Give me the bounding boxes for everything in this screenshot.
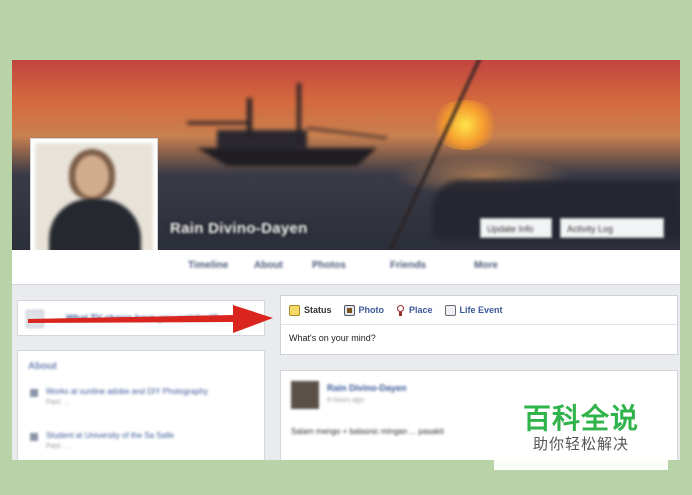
profile-picture[interactable] — [30, 138, 158, 266]
tab-more[interactable]: More — [474, 260, 498, 271]
avatar[interactable] — [291, 381, 319, 409]
tab-place[interactable]: Place — [396, 304, 433, 316]
tab-status[interactable]: Status — [289, 304, 332, 316]
composer-tabs: Status Photo Place Life Event — [281, 296, 677, 325]
post-author[interactable]: Rain Divino-Dayen — [327, 383, 407, 393]
about-item-work[interactable]: Works at sunline adobe and DIY Photograp… — [46, 387, 208, 396]
place-icon — [396, 304, 406, 316]
red-arrow-annotation — [28, 305, 273, 333]
tab-friends[interactable]: Friends — [390, 260, 426, 271]
boat-silhouette — [187, 83, 387, 166]
photo-icon — [343, 304, 355, 316]
tab-timeline[interactable]: Timeline — [188, 260, 228, 271]
profile-nav-bar: Timeline About Photos Friends More — [12, 250, 680, 285]
watermark: 百科全说 助你轻松解决 — [494, 400, 668, 470]
education-icon — [30, 433, 38, 441]
about-heading: About — [28, 361, 57, 372]
tab-photo[interactable]: Photo — [343, 304, 384, 316]
status-input[interactable]: What's on your mind? — [281, 325, 677, 351]
activity-log-button[interactable]: Activity Log — [560, 218, 664, 238]
post-text: Salam mengo + balasnic mingan ... pasaki… — [291, 427, 444, 436]
watermark-subtitle: 助你轻松解决 — [532, 436, 629, 453]
status-icon — [289, 304, 300, 316]
tab-photos[interactable]: Photos — [312, 260, 346, 271]
status-composer: Status Photo Place Life Event What's on … — [280, 295, 678, 355]
tab-life-event[interactable]: Life Event — [444, 304, 503, 316]
life-event-icon — [444, 304, 456, 316]
update-info-button[interactable]: Update Info — [480, 218, 552, 238]
watermark-title: 百科全说 — [522, 403, 639, 434]
tab-about[interactable]: About — [254, 260, 283, 271]
post-timestamp: 8 hours ago — [327, 397, 364, 404]
profile-name[interactable]: Rain Divino-Dayen — [170, 220, 308, 237]
about-card: About Works at sunline adobe and DIY Pho… — [17, 350, 265, 460]
work-icon — [30, 389, 38, 397]
about-item-education[interactable]: Student at University of the Sa Salle — [46, 431, 174, 440]
